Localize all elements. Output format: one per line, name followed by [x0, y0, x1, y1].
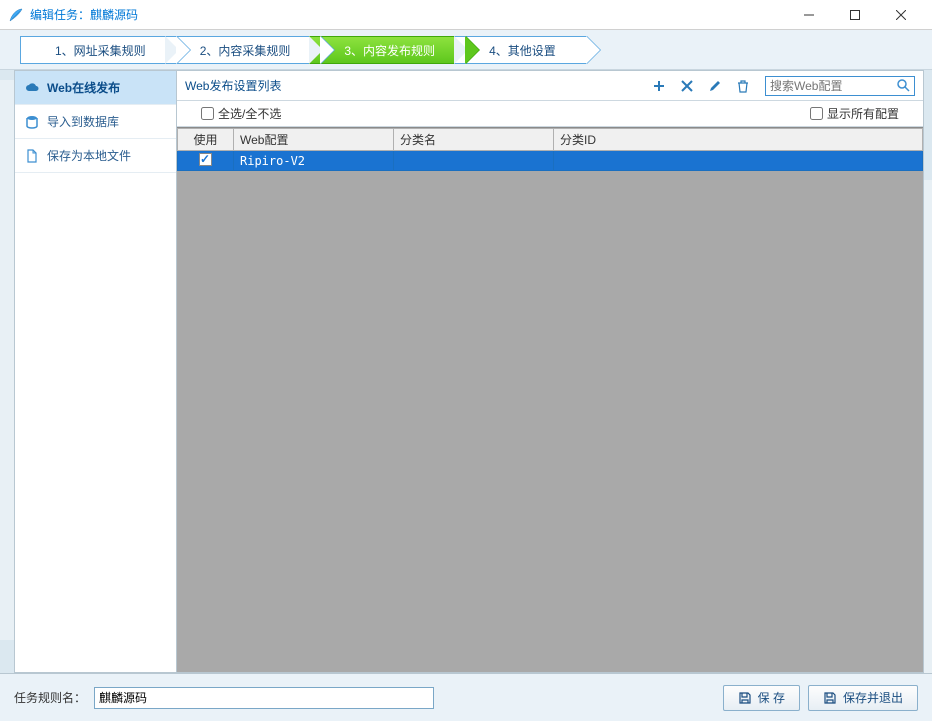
- list-title: Web发布设置列表: [185, 77, 281, 94]
- sidebar-item-web-publish[interactable]: Web在线发布: [15, 71, 176, 105]
- sidebar-item-database[interactable]: 导入到数据库: [15, 105, 176, 139]
- table-row[interactable]: Ripiro-V2: [178, 151, 923, 171]
- step-2-label: 2、内容采集规则: [200, 44, 291, 58]
- file-icon: [25, 149, 39, 163]
- step-1[interactable]: 1、网址采集规则: [20, 36, 177, 64]
- main-panel: Web在线发布 导入到数据库 保存为本地文件 Web发布设置列表 全选/全不选 …: [14, 70, 924, 673]
- row-cid: [554, 151, 923, 171]
- col-category-id[interactable]: 分类ID: [554, 129, 923, 151]
- show-all-label: 显示所有配置: [827, 105, 899, 122]
- show-all-checkbox[interactable]: 显示所有配置: [810, 105, 899, 122]
- save-label: 保 存: [758, 689, 785, 706]
- app-feather-icon: [8, 7, 24, 23]
- footer: 任务规则名： 保 存 保存并退出: [0, 673, 932, 721]
- sidebar-item-label: Web在线发布: [47, 79, 120, 96]
- titlebar: 编辑任务：麒麟源码: [0, 0, 932, 30]
- col-use[interactable]: 使用: [178, 129, 234, 151]
- maximize-button[interactable]: [832, 0, 878, 30]
- row-cat: [394, 151, 554, 171]
- database-icon: [25, 115, 39, 129]
- save-icon: [823, 691, 837, 705]
- sidebar-item-label: 保存为本地文件: [47, 147, 131, 164]
- content-area: Web发布设置列表 全选/全不选 显示所有配置 使用 Web配置 分类名: [177, 71, 923, 672]
- sidebar: Web在线发布 导入到数据库 保存为本地文件: [15, 71, 177, 672]
- row-checkbox[interactable]: [199, 153, 212, 166]
- sidebar-item-save-file[interactable]: 保存为本地文件: [15, 139, 176, 173]
- select-all-label: 全选/全不选: [218, 105, 281, 122]
- window-title: 编辑任务：麒麟源码: [30, 6, 786, 23]
- save-exit-label: 保存并退出: [843, 689, 903, 706]
- col-webconfig[interactable]: Web配置: [234, 129, 394, 151]
- config-table: 使用 Web配置 分类名 分类ID Ripiro-V2: [177, 127, 923, 672]
- check-row: 全选/全不选 显示所有配置: [177, 101, 923, 127]
- search-input[interactable]: [765, 76, 915, 96]
- save-button[interactable]: 保 存: [723, 685, 800, 711]
- step-4-label: 4、其他设置: [489, 44, 556, 58]
- save-exit-button[interactable]: 保存并退出: [808, 685, 918, 711]
- step-1-label: 1、网址采集规则: [55, 44, 146, 58]
- row-cfg: Ripiro-V2: [234, 151, 394, 171]
- trash-button[interactable]: [731, 75, 755, 97]
- sidebar-item-label: 导入到数据库: [47, 113, 119, 130]
- rulename-input[interactable]: [94, 687, 434, 709]
- col-category[interactable]: 分类名: [394, 129, 554, 151]
- toolbar: Web发布设置列表: [177, 71, 923, 101]
- minimize-button[interactable]: [786, 0, 832, 30]
- step-tabs: 1、网址采集规则 2、内容采集规则 3、内容发布规则 4、其他设置: [0, 30, 932, 70]
- edit-button[interactable]: [703, 75, 727, 97]
- select-all-checkbox[interactable]: 全选/全不选: [201, 105, 281, 122]
- add-button[interactable]: [647, 75, 671, 97]
- delete-button[interactable]: [675, 75, 699, 97]
- rulename-label: 任务规则名：: [14, 689, 86, 706]
- close-button[interactable]: [878, 0, 924, 30]
- step-3-label: 3、内容发布规则: [344, 44, 435, 58]
- cloud-icon: [25, 81, 39, 95]
- search-icon[interactable]: [896, 78, 912, 94]
- save-icon: [738, 691, 752, 705]
